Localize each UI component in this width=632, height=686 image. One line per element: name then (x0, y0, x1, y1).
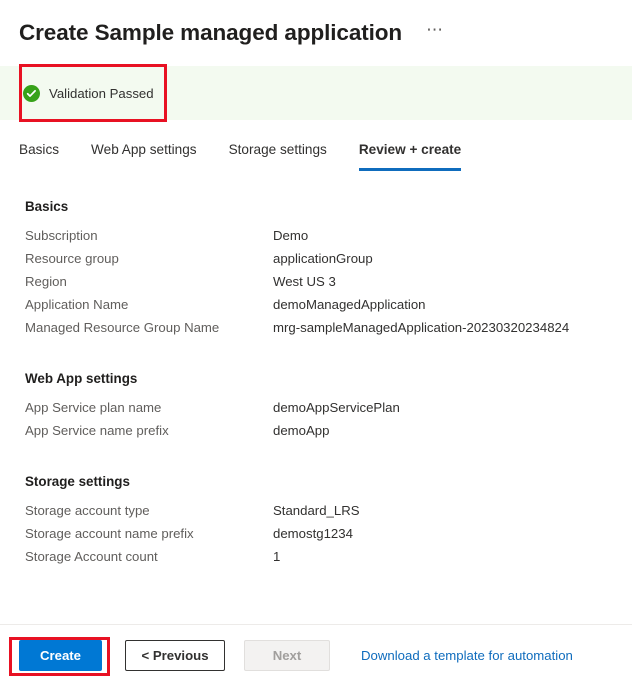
summary-value: demoApp (273, 423, 330, 438)
summary-row-subscription: Subscription Demo (0, 228, 632, 251)
summary-row-region: Region West US 3 (0, 274, 632, 297)
summary-value: Demo (273, 228, 309, 243)
summary-row-resource-group: Resource group applicationGroup (0, 251, 632, 274)
review-summary: Basics Subscription Demo Resource group … (0, 199, 632, 624)
summary-value: 1 (273, 549, 281, 564)
summary-label: Subscription (25, 228, 98, 243)
download-template-link[interactable]: Download a template for automation (361, 648, 573, 663)
summary-value: demostg1234 (273, 526, 353, 541)
summary-row-storage-account-count: Storage Account count 1 (0, 549, 632, 572)
summary-row-application-name: Application Name demoManagedApplication (0, 297, 632, 320)
summary-label: Storage account name prefix (25, 526, 194, 541)
validation-status: Validation Passed (0, 84, 154, 102)
summary-label: Region (25, 274, 67, 289)
summary-label: Storage Account count (25, 549, 158, 564)
previous-button[interactable]: < Previous (125, 640, 225, 671)
summary-row-app-service-plan-name: App Service plan name demoAppServicePlan (0, 400, 632, 423)
wizard-footer: Create < Previous Next Download a templa… (0, 624, 632, 686)
more-options-icon[interactable]: ⋯ (422, 21, 449, 43)
tab-web-app-settings[interactable]: Web App settings (91, 140, 197, 171)
summary-value: demoManagedApplication (273, 297, 426, 312)
summary-label: Resource group (25, 251, 119, 266)
summary-label: Storage account type (25, 503, 150, 518)
summary-label: Managed Resource Group Name (25, 320, 220, 335)
summary-value: demoAppServicePlan (273, 400, 400, 415)
summary-value: mrg-sampleManagedApplication-20230320234… (273, 320, 570, 335)
section-web-app-settings: Web App settings App Service plan name d… (0, 371, 632, 446)
summary-label: Application Name (25, 297, 129, 312)
validation-banner: Validation Passed (0, 66, 632, 120)
section-storage-settings: Storage settings Storage account type St… (0, 474, 632, 572)
section-heading-basics: Basics (25, 199, 69, 214)
section-heading-web-app-settings: Web App settings (25, 371, 138, 386)
create-button[interactable]: Create (19, 640, 102, 671)
summary-label: App Service plan name (25, 400, 162, 415)
summary-value: West US 3 (273, 274, 336, 289)
title-bar: Create Sample managed application ⋯ (0, 0, 632, 66)
tab-storage-settings[interactable]: Storage settings (229, 140, 327, 171)
section-heading-storage-settings: Storage settings (25, 474, 130, 489)
summary-row-storage-account-type: Storage account type Standard_LRS (0, 503, 632, 526)
page-title: Create Sample managed application (19, 19, 403, 45)
tab-basics[interactable]: Basics (19, 140, 59, 171)
summary-value: Standard_LRS (273, 503, 360, 518)
summary-row-app-service-name-prefix: App Service name prefix demoApp (0, 423, 632, 446)
summary-row-storage-account-name-prefix: Storage account name prefix demostg1234 (0, 526, 632, 549)
next-button: Next (244, 640, 330, 671)
summary-value: applicationGroup (273, 251, 373, 266)
check-circle-icon (23, 84, 40, 102)
tab-review-create[interactable]: Review + create (358, 140, 462, 171)
section-basics: Basics Subscription Demo Resource group … (0, 199, 632, 343)
summary-label: App Service name prefix (25, 423, 169, 438)
summary-row-managed-resource-group-name: Managed Resource Group Name mrg-sampleMa… (0, 320, 632, 343)
wizard-tabs: Basics Web App settings Storage settings… (19, 140, 493, 171)
validation-status-text: Validation Passed (49, 85, 154, 101)
